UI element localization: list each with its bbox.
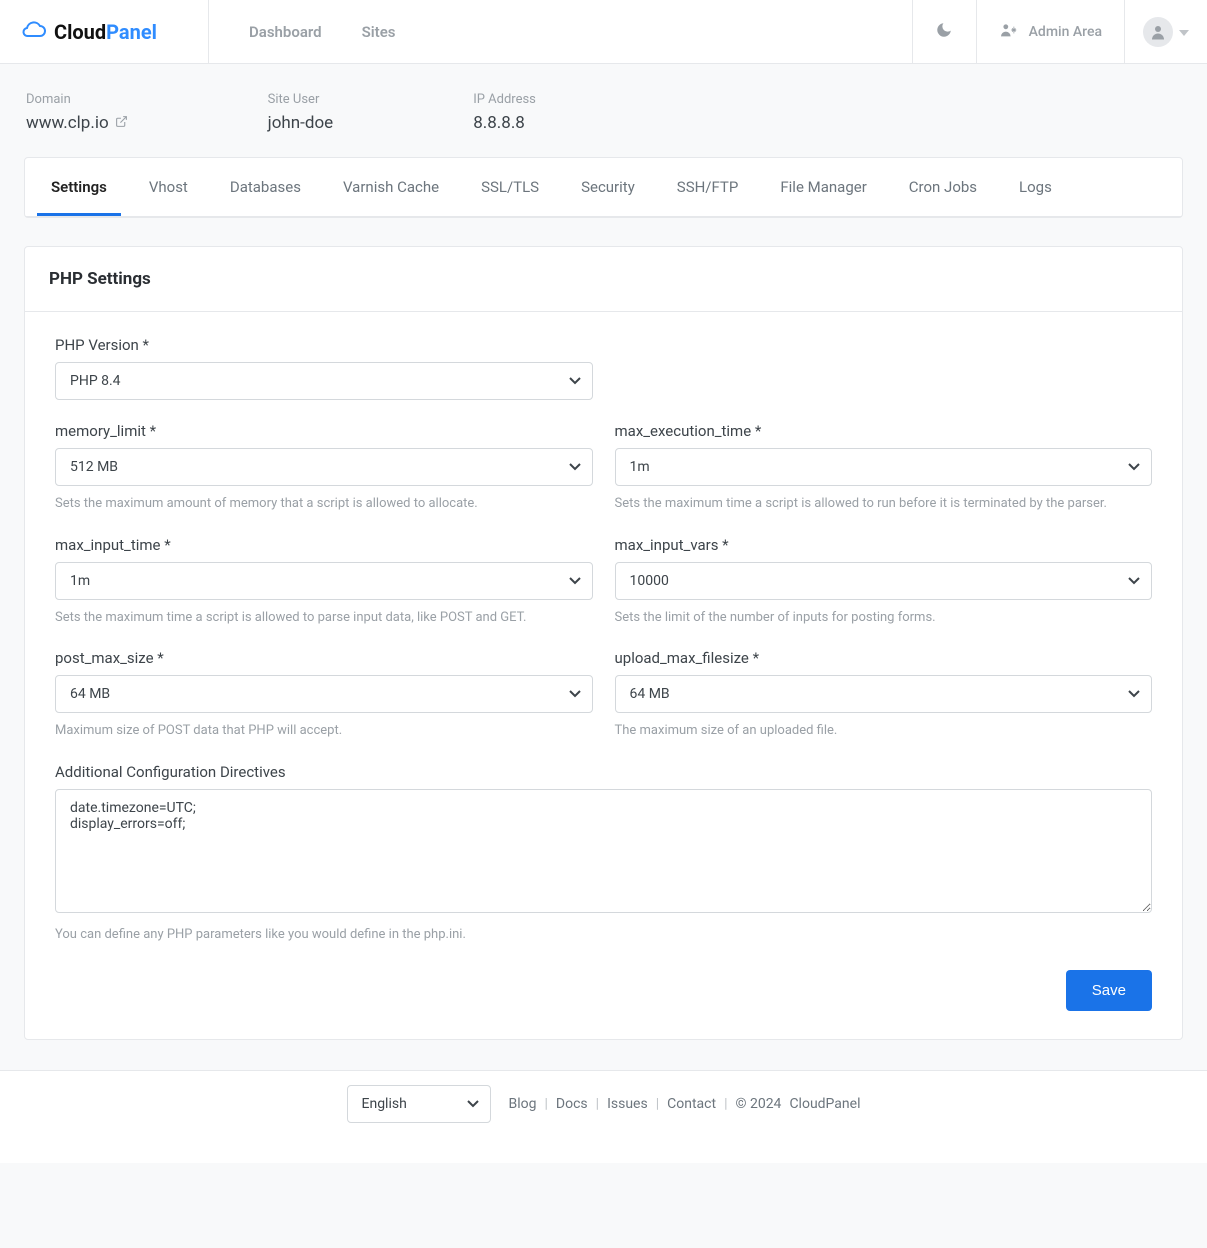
site-tabs: Settings Vhost Databases Varnish Cache S… xyxy=(25,158,1182,217)
page-footer: English Blog | Docs | Issues | Contact |… xyxy=(0,1070,1207,1163)
domain-link[interactable]: www.clp.io xyxy=(26,113,128,133)
post-max-size-label: post_max_size * xyxy=(55,649,593,667)
tab-settings[interactable]: Settings xyxy=(37,158,121,216)
tab-security[interactable]: Security xyxy=(567,158,649,216)
moon-icon xyxy=(935,21,953,43)
tab-file-manager[interactable]: File Manager xyxy=(766,158,880,216)
nav-dashboard[interactable]: Dashboard xyxy=(249,23,322,41)
save-row: Save xyxy=(55,970,1152,1011)
max-execution-time-label: max_execution_time * xyxy=(615,422,1153,440)
card-body: PHP Version * PHP 8.4 memory_limit * 512… xyxy=(25,312,1182,1039)
primary-nav: Dashboard Sites xyxy=(209,0,912,63)
max-input-vars-group: max_input_vars * 10000 Sets the limit of… xyxy=(615,536,1153,628)
additional-directives-group: Additional Configuration Directives You … xyxy=(55,763,1152,945)
header-right: Admin Area xyxy=(912,0,1207,63)
nav-sites[interactable]: Sites xyxy=(362,23,396,41)
card-title: PHP Settings xyxy=(25,247,1182,312)
max-input-time-help: Sets the maximum time a script is allowe… xyxy=(55,608,593,628)
post-max-size-help: Maximum size of POST data that PHP will … xyxy=(55,721,593,741)
upload-max-filesize-group: upload_max_filesize * 64 MB The maximum … xyxy=(615,649,1153,741)
cloud-icon xyxy=(20,19,46,45)
max-input-vars-label: max_input_vars * xyxy=(615,536,1153,554)
external-link-icon xyxy=(115,113,128,133)
footer-copyright: © 2024 xyxy=(735,1096,781,1112)
site-user-block: Site User john-doe xyxy=(268,92,334,133)
php-version-select[interactable]: PHP 8.4 xyxy=(55,362,593,400)
brand-text: CloudPanel xyxy=(54,20,157,44)
max-input-vars-select[interactable]: 10000 xyxy=(615,562,1153,600)
php-version-group: PHP Version * PHP 8.4 xyxy=(55,336,593,400)
footer-link-issues[interactable]: Issues xyxy=(607,1096,648,1112)
tab-databases[interactable]: Databases xyxy=(216,158,315,216)
logo-cell: CloudPanel xyxy=(0,0,209,63)
top-header: CloudPanel Dashboard Sites Admin Area xyxy=(0,0,1207,64)
site-user-label: Site User xyxy=(268,92,334,107)
max-input-time-label: max_input_time * xyxy=(55,536,593,554)
max-input-time-group: max_input_time * 1m Sets the maximum tim… xyxy=(55,536,593,628)
footer-link-blog[interactable]: Blog xyxy=(509,1096,537,1112)
upload-max-filesize-help: The maximum size of an uploaded file. xyxy=(615,721,1153,741)
users-gear-icon xyxy=(999,22,1019,42)
php-version-label: PHP Version * xyxy=(55,336,593,354)
memory-limit-help: Sets the maximum amount of memory that a… xyxy=(55,494,593,514)
memory-limit-label: memory_limit * xyxy=(55,422,593,440)
caret-down-icon xyxy=(1179,24,1189,40)
theme-toggle[interactable] xyxy=(912,0,976,63)
tab-vhost[interactable]: Vhost xyxy=(135,158,202,216)
page-body: Domain www.clp.io Site User john-doe IP … xyxy=(0,64,1207,1070)
max-execution-time-group: max_execution_time * 1m Sets the maximum… xyxy=(615,422,1153,514)
max-execution-time-select[interactable]: 1m xyxy=(615,448,1153,486)
max-input-vars-help: Sets the limit of the number of inputs f… xyxy=(615,608,1153,628)
upload-max-filesize-select[interactable]: 64 MB xyxy=(615,675,1153,713)
ip-label: IP Address xyxy=(473,92,536,107)
memory-limit-group: memory_limit * 512 MB Sets the maximum a… xyxy=(55,422,593,514)
brand-logo[interactable]: CloudPanel xyxy=(20,19,157,45)
admin-area-button[interactable]: Admin Area xyxy=(976,0,1124,63)
domain-block: Domain www.clp.io xyxy=(26,92,128,133)
admin-area-label: Admin Area xyxy=(1029,24,1102,40)
tab-cron-jobs[interactable]: Cron Jobs xyxy=(895,158,991,216)
post-max-size-select[interactable]: 64 MB xyxy=(55,675,593,713)
avatar-icon xyxy=(1143,17,1173,47)
post-max-size-group: post_max_size * 64 MB Maximum size of PO… xyxy=(55,649,593,741)
site-tabs-card: Settings Vhost Databases Varnish Cache S… xyxy=(24,157,1183,218)
additional-directives-textarea[interactable] xyxy=(55,789,1152,913)
tab-logs[interactable]: Logs xyxy=(1005,158,1066,216)
ip-value: 8.8.8.8 xyxy=(473,113,536,133)
footer-link-contact[interactable]: Contact xyxy=(667,1096,716,1112)
footer-link-docs[interactable]: Docs xyxy=(556,1096,588,1112)
tab-varnish-cache[interactable]: Varnish Cache xyxy=(329,158,453,216)
save-button[interactable]: Save xyxy=(1066,970,1152,1011)
max-input-time-select[interactable]: 1m xyxy=(55,562,593,600)
ip-block: IP Address 8.8.8.8 xyxy=(473,92,536,133)
additional-directives-label: Additional Configuration Directives xyxy=(55,763,1152,781)
user-menu[interactable] xyxy=(1124,0,1207,63)
additional-directives-help: You can define any PHP parameters like y… xyxy=(55,925,1152,945)
site-info-row: Domain www.clp.io Site User john-doe IP … xyxy=(24,88,1183,157)
tab-ssh-ftp[interactable]: SSH/FTP xyxy=(663,158,753,216)
max-execution-time-help: Sets the maximum time a script is allowe… xyxy=(615,494,1153,514)
footer-links: Blog | Docs | Issues | Contact | © 2024 … xyxy=(509,1096,861,1112)
memory-limit-select[interactable]: 512 MB xyxy=(55,448,593,486)
tab-ssl-tls[interactable]: SSL/TLS xyxy=(467,158,553,216)
domain-label: Domain xyxy=(26,92,128,107)
site-user-value: john-doe xyxy=(268,113,334,133)
upload-max-filesize-label: upload_max_filesize * xyxy=(615,649,1153,667)
language-select[interactable]: English xyxy=(347,1085,491,1123)
php-settings-card: PHP Settings PHP Version * PHP 8.4 memor… xyxy=(24,246,1183,1040)
footer-brand-link[interactable]: CloudPanel xyxy=(789,1096,860,1112)
